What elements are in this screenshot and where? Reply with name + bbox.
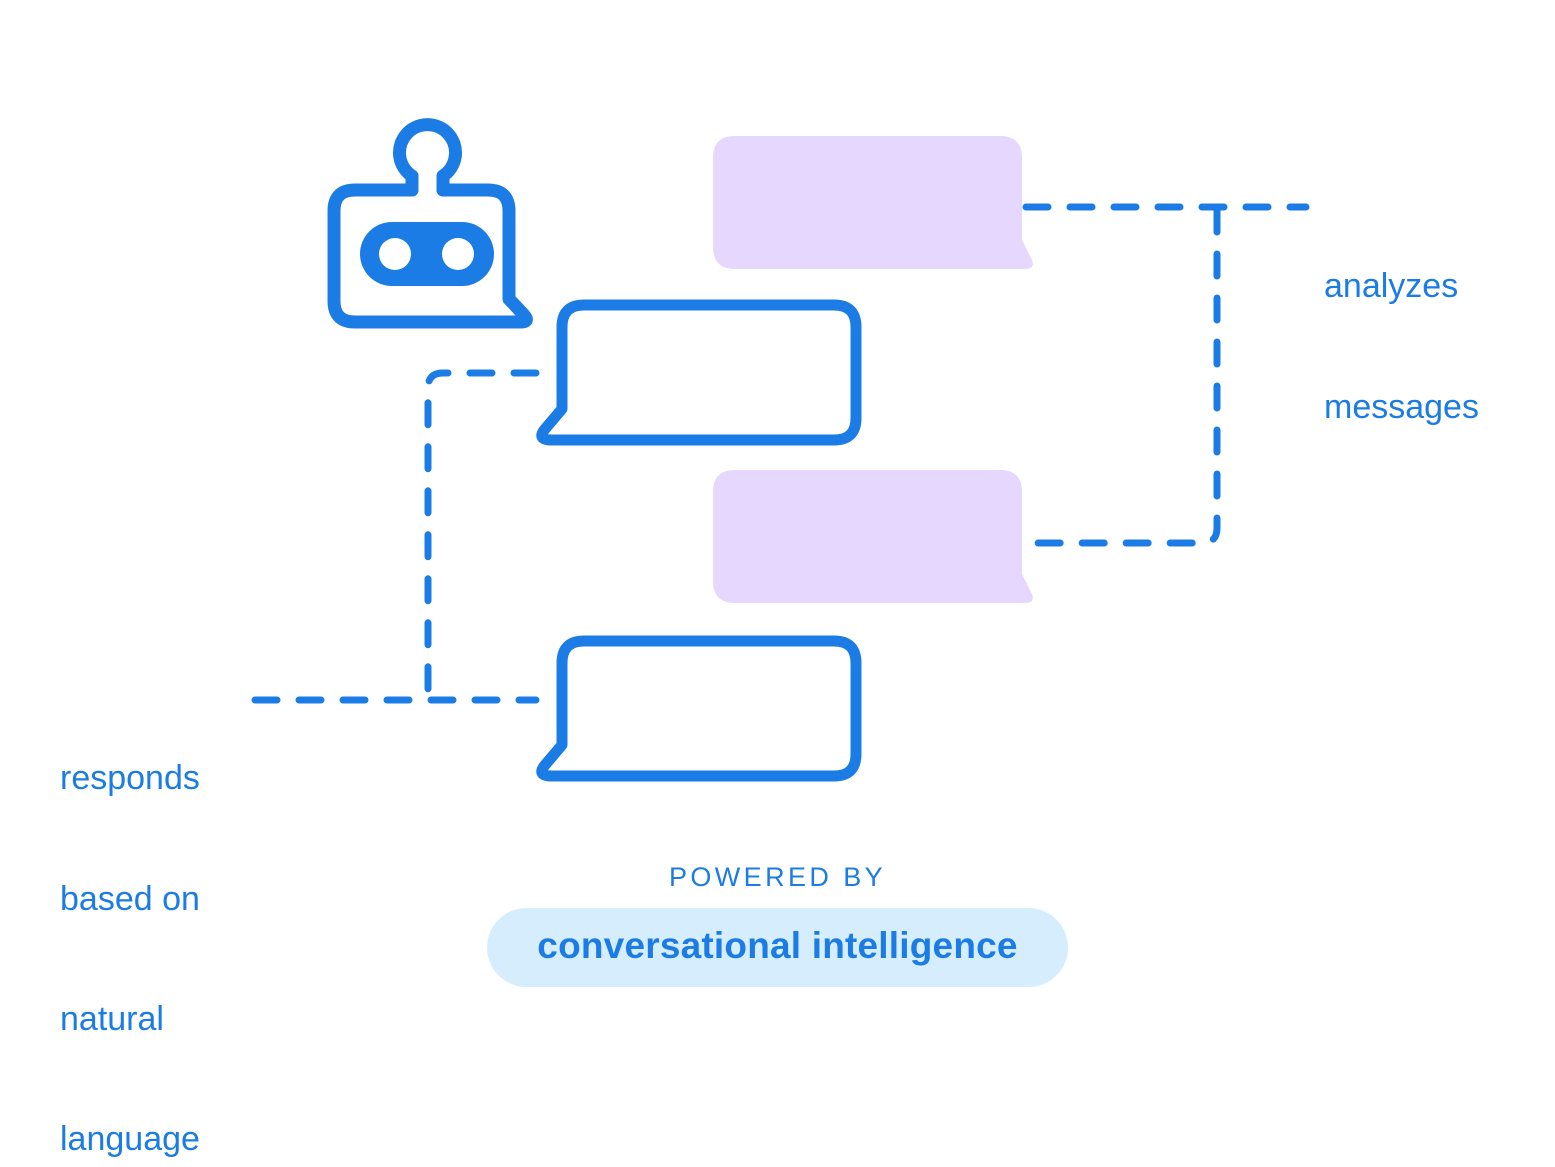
conversational-intelligence-badge-wrap: conversational intelligence bbox=[0, 908, 1555, 987]
annotation-analyzes-line-2: messages bbox=[1324, 387, 1479, 426]
bot-reply-bubble-2 bbox=[536, 635, 862, 782]
incoming-message-bubble-1 bbox=[713, 136, 1033, 269]
diagram-illustration bbox=[251, 118, 1310, 782]
diagram-canvas: analyzes messages responds based on natu… bbox=[0, 0, 1555, 1167]
annotation-analyzes-messages: analyzes messages bbox=[1324, 186, 1479, 507]
annotation-responds-line-3: natural bbox=[60, 999, 164, 1038]
robot-eye-left-icon bbox=[379, 238, 411, 270]
robot-eye-right-icon bbox=[442, 238, 474, 270]
powered-by-label: POWERED BY bbox=[668, 862, 887, 892]
robot-chat-avatar-icon bbox=[327, 118, 533, 329]
annotation-responds-line-1: responds bbox=[60, 759, 200, 798]
conversational-intelligence-badge: conversational intelligence bbox=[487, 908, 1068, 987]
annotation-analyzes-line-1: analyzes bbox=[1324, 267, 1459, 306]
dashed-connector-responds bbox=[251, 369, 540, 704]
bot-reply-bubble-1 bbox=[536, 299, 862, 446]
annotation-responds-line-4: language bbox=[60, 1120, 200, 1159]
dashed-connector-analyzes bbox=[1022, 203, 1310, 547]
incoming-message-bubble-2 bbox=[713, 470, 1033, 603]
